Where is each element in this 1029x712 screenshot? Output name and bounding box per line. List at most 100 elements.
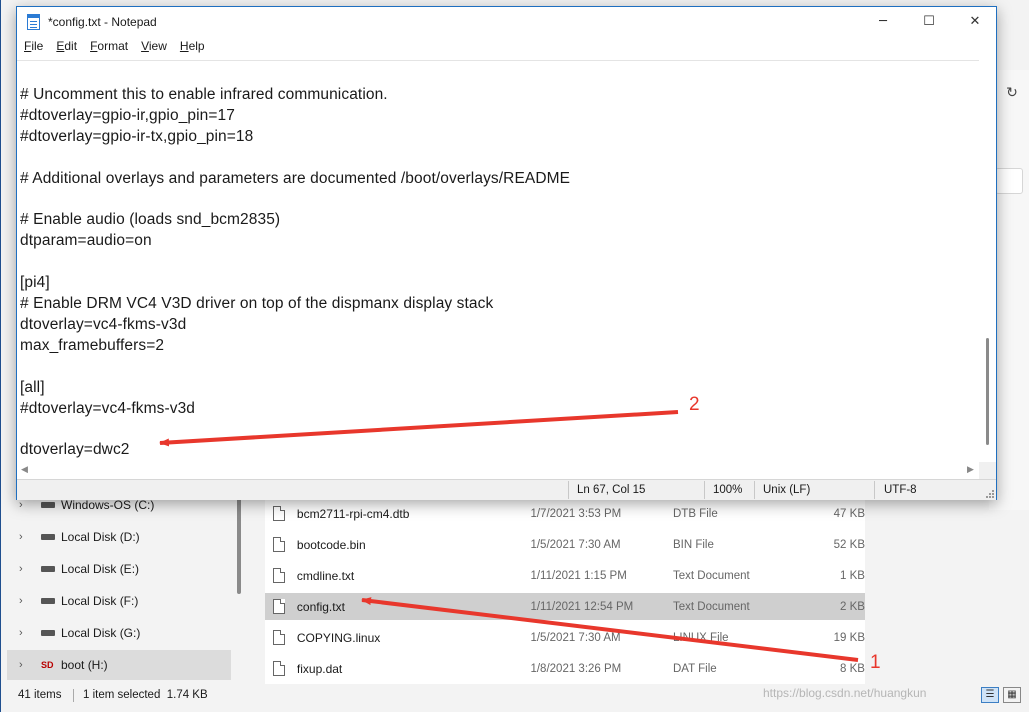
- editor-line: dtoverlay=dwc2: [20, 441, 130, 459]
- refresh-icon[interactable]: ↻: [1003, 84, 1021, 102]
- editor-line: # Additional overlays and parameters are…: [20, 169, 571, 187]
- file-date: 1/5/2021 7:30 AM: [530, 538, 621, 551]
- chevron-right-icon[interactable]: ›: [19, 659, 33, 671]
- editor-line: #dtoverlay=gpio-ir-tx,gpio_pin=18: [20, 127, 254, 145]
- drive-icon: [41, 502, 55, 508]
- status-divider: [568, 481, 569, 499]
- editor-line: [pi4]: [20, 274, 50, 292]
- nav-item-label: Local Disk (E:): [61, 562, 140, 576]
- drive-icon: [41, 534, 55, 540]
- nav-item[interactable]: › Local Disk (D:): [7, 522, 231, 552]
- file-name: COPYING.linux: [296, 630, 381, 645]
- line-ending: Unix (LF): [763, 484, 811, 496]
- notepad-app-icon: [27, 14, 40, 30]
- notepad-status-bar: Ln 67, Col 15 100% Unix (LF) UTF-8: [17, 479, 996, 500]
- file-date: 1/11/2021 12:54 PM: [530, 600, 634, 613]
- file-row[interactable]: fixup.dat 1/8/2021 3:26 PM DAT File 8 KB: [265, 655, 865, 682]
- vertical-scrollbar[interactable]: [979, 60, 996, 462]
- nav-item-label: boot (H:): [61, 658, 108, 672]
- nav-item-label: Local Disk (F:): [61, 594, 139, 608]
- status-divider: [704, 481, 705, 499]
- scroll-left-icon[interactable]: ◀: [21, 465, 28, 475]
- resize-grip-icon[interactable]: [984, 488, 994, 498]
- status-divider: [874, 481, 875, 499]
- chevron-right-icon[interactable]: ›: [19, 563, 33, 575]
- zoom-level: 100%: [713, 484, 743, 496]
- file-size: 52 KB: [833, 538, 865, 551]
- annotation-label-1: 1: [870, 652, 881, 673]
- editor-line: dtoverlay=vc4-fkms-v3d: [20, 315, 187, 333]
- editor-line: # Enable audio (loads snd_bcm2835): [20, 211, 281, 229]
- file-row[interactable]: bcm2711-rpi-cm4.dtb 1/7/2021 3:53 PM DTB F…: [265, 500, 865, 527]
- file-row[interactable]: bootcode.bin 1/5/2021 7:30 AM BIN File 52 K…: [265, 531, 865, 558]
- file-icon: [273, 506, 285, 521]
- file-type: BIN File: [672, 538, 714, 551]
- file-size: 47 KB: [833, 507, 865, 520]
- chevron-right-icon[interactable]: ›: [19, 531, 33, 543]
- menu-help[interactable]: Help: [173, 37, 211, 57]
- file-row[interactable]: COPYING.linux 1/5/2021 7:30 AM LINUX File 1…: [265, 624, 865, 651]
- editor-line: #dtoverlay=vc4-fkms-v3d: [20, 399, 196, 417]
- file-icon: [273, 537, 285, 552]
- menu-file[interactable]: File: [17, 37, 49, 57]
- item-count: 41 items: [18, 689, 62, 701]
- nav-item[interactable]: › Local Disk (E:): [7, 554, 231, 584]
- menu-bar: File Edit Format View Help: [17, 37, 996, 57]
- nav-item-label: Windows-OS (C:): [61, 498, 155, 512]
- nav-item[interactable]: › SD boot (H:): [7, 650, 231, 680]
- sd-card-icon: SD: [41, 659, 54, 670]
- editor-line: max_framebuffers=2: [20, 336, 165, 354]
- editor-line: dtparam=audio=on: [20, 232, 152, 250]
- file-type: DTB File: [672, 507, 718, 520]
- file-name: bootcode.bin: [296, 537, 366, 552]
- selection-info: 1 item selected 1.74 KB: [83, 689, 208, 701]
- status-divider: [73, 689, 74, 702]
- minimize-icon[interactable]: ─: [860, 7, 906, 37]
- file-size: 2 KB: [840, 600, 865, 613]
- horizontal-scrollbar[interactable]: ◀ ▶: [17, 462, 979, 479]
- editor-line: [all]: [20, 378, 45, 396]
- nav-item[interactable]: › Local Disk (G:): [7, 618, 231, 648]
- search-box-edge[interactable]: [995, 168, 1023, 194]
- file-icon: [273, 599, 285, 614]
- file-icon: [273, 661, 285, 676]
- file-size: 8 KB: [840, 662, 865, 675]
- file-row[interactable]: config.txt 1/11/2021 12:54 PM Text Documen…: [265, 593, 865, 620]
- chevron-right-icon[interactable]: ›: [19, 499, 33, 511]
- status-divider: [754, 481, 755, 499]
- notepad-titlebar[interactable]: *config.txt - Notepad ─ ☐ ✕: [17, 7, 996, 37]
- vertical-scroll-thumb[interactable]: [986, 338, 989, 445]
- maximize-icon[interactable]: ☐: [906, 7, 952, 37]
- close-icon[interactable]: ✕: [952, 7, 998, 37]
- tiles-view-icon[interactable]: ▦: [1003, 687, 1021, 703]
- chevron-right-icon[interactable]: ›: [19, 627, 33, 639]
- watermark: https://blog.csdn.net/huangkun: [763, 686, 927, 700]
- scroll-corner: [979, 462, 996, 479]
- text-editor[interactable]: # Uncomment this to enable infrared comm…: [17, 60, 979, 462]
- details-view-icon[interactable]: ☰: [981, 687, 999, 703]
- file-date: 1/7/2021 3:53 PM: [530, 507, 622, 520]
- file-name: cmdline.txt: [296, 568, 355, 583]
- drive-icon: [41, 630, 55, 636]
- drive-icon: [41, 598, 55, 604]
- file-name: fixup.dat: [296, 661, 343, 676]
- file-list: bcm2711-rpi-cm4.dtb 1/7/2021 3:53 PM DTB F…: [265, 498, 865, 684]
- menu-format[interactable]: Format: [83, 37, 134, 57]
- menu-view[interactable]: View: [134, 37, 173, 57]
- nav-pane-scrollbar[interactable]: [237, 498, 241, 594]
- chevron-right-icon[interactable]: ›: [19, 595, 33, 607]
- navigation-pane: › Windows-OS (C:) › Local Disk (D:) › Local D…: [1, 490, 245, 680]
- scroll-right-icon[interactable]: ▶: [967, 465, 974, 475]
- notepad-window: *config.txt - Notepad ─ ☐ ✕ File Edit Form…: [16, 6, 997, 500]
- editor-line: # Uncomment this to enable infrared comm…: [20, 86, 388, 103]
- nav-item-label: Local Disk (D:): [61, 530, 140, 544]
- file-date: 1/11/2021 1:15 PM: [530, 569, 627, 582]
- annotation-label-2: 2: [689, 394, 700, 415]
- file-type: LINUX File: [672, 631, 729, 644]
- file-row[interactable]: cmdline.txt 1/11/2021 1:15 PM Text Documen…: [265, 562, 865, 589]
- encoding: UTF-8: [884, 484, 917, 496]
- nav-item[interactable]: › Local Disk (F:): [7, 586, 231, 616]
- window-title: *config.txt - Notepad: [48, 15, 157, 29]
- menu-edit[interactable]: Edit: [49, 37, 83, 57]
- file-type: Text Document: [672, 600, 750, 613]
